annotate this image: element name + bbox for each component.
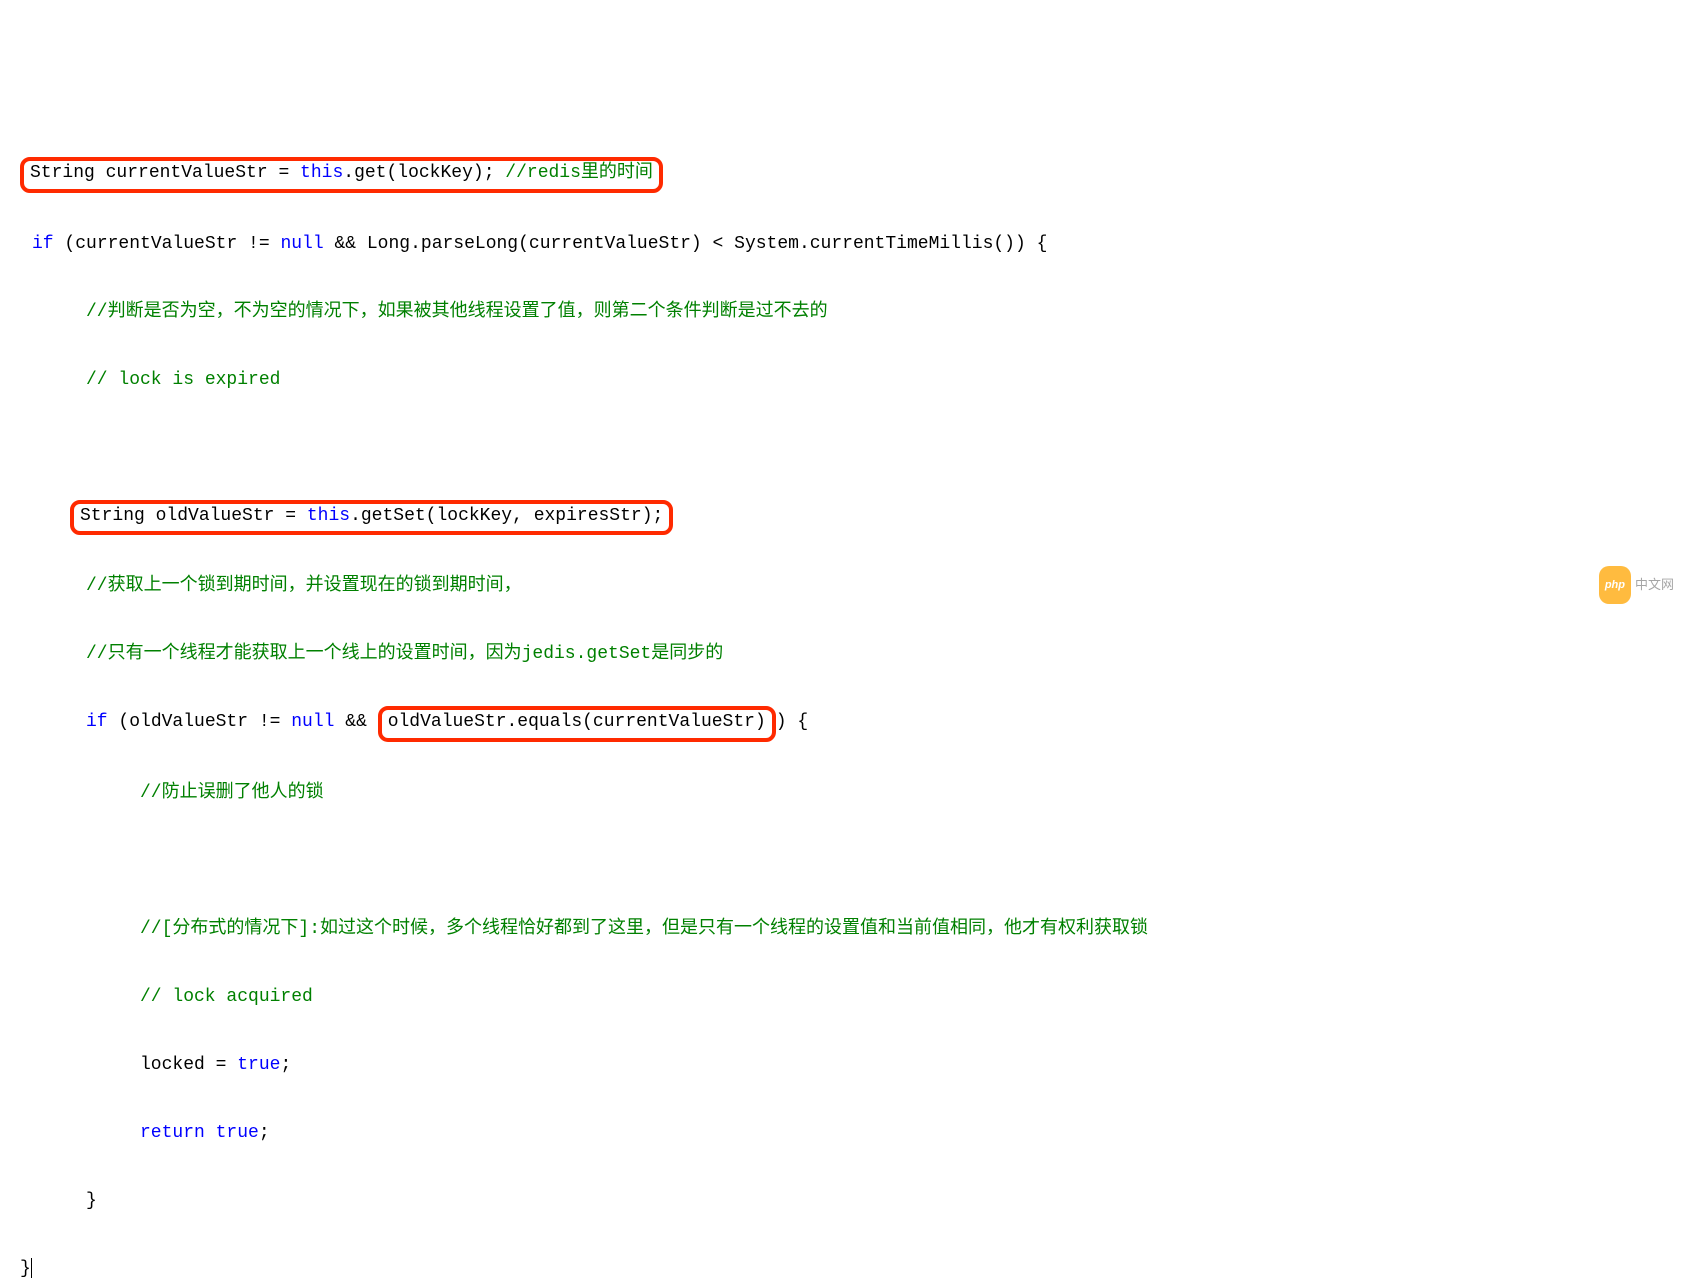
code-line-6: //获取上一个锁到期时间，并设置现在的锁到期时间， bbox=[0, 569, 1686, 603]
code-line-11: // lock acquired bbox=[0, 980, 1686, 1014]
code-line-9: //防止误删了他人的锁 bbox=[0, 776, 1686, 810]
code-line-5: String oldValueStr = this.getSet(lockKey… bbox=[0, 499, 1686, 536]
code-line-8: if (oldValueStr != null && oldValueStr.e… bbox=[0, 705, 1686, 742]
code-line-10: //[分布式的情况下]:如过这个时候，多个线程恰好都到了这里，但是只有一个线程的… bbox=[0, 912, 1686, 946]
code-line-3: //判断是否为空，不为空的情况下，如果被其他线程设置了值，则第二个条件判断是过不… bbox=[0, 295, 1686, 329]
code-line-13: return true; bbox=[0, 1116, 1686, 1150]
code-line-7: //只有一个线程才能获取上一个线上的设置时间，因为jedis.getSet是同步… bbox=[0, 637, 1686, 671]
code-line-12: locked = true; bbox=[0, 1048, 1686, 1082]
highlight-box-2: String oldValueStr = this.getSet(lockKey… bbox=[70, 500, 673, 536]
code-line-15: } bbox=[0, 1252, 1686, 1280]
text-cursor bbox=[31, 1258, 32, 1278]
highlight-box-3: oldValueStr.equals(currentValueStr) bbox=[378, 706, 776, 742]
code-line-4: // lock is expired bbox=[0, 363, 1686, 397]
blank-line bbox=[0, 844, 1686, 878]
watermark: php 中文网 bbox=[1599, 566, 1674, 604]
blank-line bbox=[0, 431, 1686, 465]
highlight-box-1: String currentValueStr = this.get(lockKe… bbox=[20, 157, 663, 193]
code-line-14: } bbox=[0, 1184, 1686, 1218]
code-line-1: String currentValueStr = this.get(lockKe… bbox=[0, 156, 1686, 193]
watermark-badge: php bbox=[1599, 566, 1631, 604]
watermark-text: 中文网 bbox=[1635, 568, 1674, 602]
code-line-2: if (currentValueStr != null && Long.pars… bbox=[0, 227, 1686, 261]
